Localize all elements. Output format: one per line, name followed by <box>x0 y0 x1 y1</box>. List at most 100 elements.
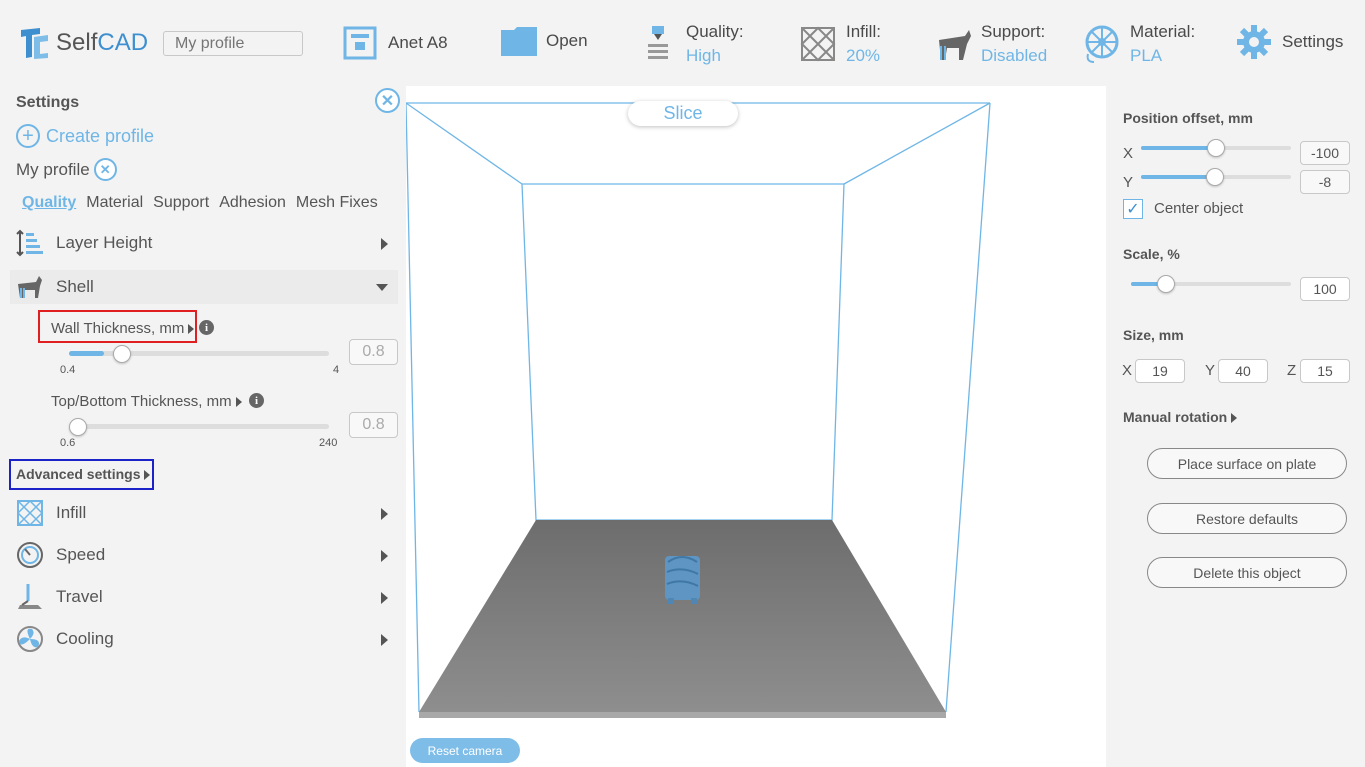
support-label: Support: <box>981 22 1046 41</box>
slice-button[interactable]: Slice <box>628 101 738 126</box>
size-x-input[interactable]: 19 <box>1135 359 1185 383</box>
open-button[interactable]: Open <box>500 24 588 58</box>
place-surface-button[interactable]: Place surface on plate <box>1147 448 1347 479</box>
wall-thickness-info-icon[interactable]: i <box>199 320 214 335</box>
chevron-right-icon <box>381 238 388 250</box>
support-button[interactable]: Support: Disabled <box>935 20 1047 68</box>
scale-knob[interactable] <box>1157 275 1175 293</box>
shell-icon <box>14 272 46 302</box>
create-profile-label: Create profile <box>46 125 155 146</box>
scale-value[interactable]: 100 <box>1300 277 1350 301</box>
wall-thickness-max: 4 <box>333 364 340 376</box>
infill-button[interactable]: Infill: 20% <box>800 20 881 68</box>
infill-icon <box>800 26 836 62</box>
checkmark-icon: ✓ <box>1126 201 1140 218</box>
tab-support[interactable]: Support <box>153 194 209 212</box>
size-z-input[interactable]: 15 <box>1300 359 1350 383</box>
selfcad-logo[interactable]: Self CAD <box>18 26 148 60</box>
size-y-label: Y <box>1205 362 1216 379</box>
position-x-label: X <box>1123 145 1134 162</box>
extruder-icon <box>648 26 668 59</box>
wall-thickness-value[interactable]: 0.8 <box>349 339 398 365</box>
section-speed[interactable]: Speed <box>10 538 398 572</box>
travel-icon <box>14 582 46 612</box>
tab-material[interactable]: Material <box>86 194 143 212</box>
chevron-right-icon <box>381 592 388 604</box>
3d-viewport[interactable] <box>406 86 1106 767</box>
reset-camera-button[interactable]: Reset camera <box>410 738 520 763</box>
material-value: PLA <box>1130 46 1163 65</box>
position-y-label: Y <box>1123 174 1134 191</box>
gear-icon <box>1237 25 1271 59</box>
wall-thickness-knob[interactable] <box>113 345 131 363</box>
wall-thickness-fill <box>69 351 104 356</box>
topbottom-thickness-text: Top/Bottom Thickness, mm <box>51 393 232 410</box>
infill-section-icon <box>14 498 46 528</box>
quality-value: High <box>686 46 721 65</box>
section-infill[interactable]: Infill <box>10 496 398 530</box>
section-shell[interactable]: Shell <box>10 270 398 304</box>
manual-rotation-label: Manual rotation <box>1123 409 1228 425</box>
topbottom-thickness-value[interactable]: 0.8 <box>349 412 398 438</box>
folder-icon <box>501 27 537 56</box>
plus-circle-icon: + <box>16 124 40 148</box>
speedometer-icon <box>14 540 46 570</box>
size-x-label: X <box>1122 362 1133 379</box>
position-x-value[interactable]: -100 <box>1300 141 1350 165</box>
top-toolbar: SelfCAD Anet A8 Open Quality: High Infil… <box>0 0 1365 86</box>
scale-title: Scale, % <box>1123 246 1180 262</box>
topbottom-thickness-max: 240 <box>319 437 338 449</box>
material-button[interactable]: Material: PLA <box>1084 20 1195 68</box>
restore-defaults-button[interactable]: Restore defaults <box>1147 503 1347 534</box>
topbottom-info-icon[interactable]: i <box>249 393 264 408</box>
position-y-fill <box>1141 175 1215 179</box>
topbottom-thickness-knob[interactable] <box>69 418 87 436</box>
profile-name: My profile <box>16 159 90 179</box>
manual-rotation-toggle[interactable]: Manual rotation <box>1123 409 1238 425</box>
wall-thickness-min: 0.4 <box>60 364 76 376</box>
position-y-value[interactable]: -8 <box>1300 170 1350 194</box>
position-x-knob[interactable] <box>1207 139 1225 157</box>
layer-height-label: Layer Height <box>56 233 153 252</box>
wall-thickness-slider[interactable] <box>69 351 329 356</box>
profile-chip: My profile ✕ <box>16 158 117 181</box>
size-y-input[interactable]: 40 <box>1218 359 1268 383</box>
topbottom-thickness-slider[interactable] <box>69 424 329 429</box>
center-object-label: Center object <box>1154 200 1244 217</box>
delete-object-button[interactable]: Delete this object <box>1147 557 1347 588</box>
close-panel-button[interactable]: ✕ <box>375 88 400 113</box>
infill-label: Infill: <box>846 22 881 41</box>
chevron-down-icon <box>376 284 388 291</box>
section-layer-height[interactable]: Layer Height <box>10 226 398 260</box>
selfcad-logo-icon <box>21 28 48 59</box>
material-label: Material: <box>1130 22 1196 41</box>
cooling-label: Cooling <box>56 629 114 648</box>
profile-name-input[interactable] <box>163 31 303 56</box>
layer-height-icon <box>14 228 46 258</box>
tab-mesh-fixes[interactable]: Mesh Fixes <box>296 194 378 212</box>
section-cooling[interactable]: Cooling <box>10 622 398 656</box>
center-object-checkbox[interactable]: ✓ <box>1123 199 1143 219</box>
settings-label: Settings <box>1282 32 1344 51</box>
shell-label: Shell <box>56 277 94 296</box>
printer-button[interactable]: Anet A8 <box>343 26 448 60</box>
chevron-right-icon <box>381 634 388 646</box>
topbottom-thickness-label: Top/Bottom Thickness, mm <box>51 393 242 410</box>
logo-text-self: Self <box>56 29 98 56</box>
caret-right-icon <box>235 397 242 408</box>
logo-text-cad: CAD <box>97 29 149 56</box>
speed-label: Speed <box>56 545 106 564</box>
support-icon <box>939 30 971 60</box>
remove-profile-icon[interactable]: ✕ <box>93 158 117 181</box>
quality-button[interactable]: Quality: High <box>644 20 744 68</box>
build-volume <box>406 102 991 718</box>
caret-right-icon <box>1231 413 1238 424</box>
create-profile-button[interactable]: + Create profile <box>16 124 154 148</box>
section-travel[interactable]: Travel <box>10 580 398 614</box>
tab-quality[interactable]: Quality <box>22 194 76 212</box>
tab-adhesion[interactable]: Adhesion <box>219 194 286 212</box>
model-object <box>665 556 700 604</box>
position-y-knob[interactable] <box>1206 168 1224 186</box>
infill-section-label: Infill <box>56 503 87 522</box>
settings-button[interactable]: Settings <box>1236 24 1343 60</box>
